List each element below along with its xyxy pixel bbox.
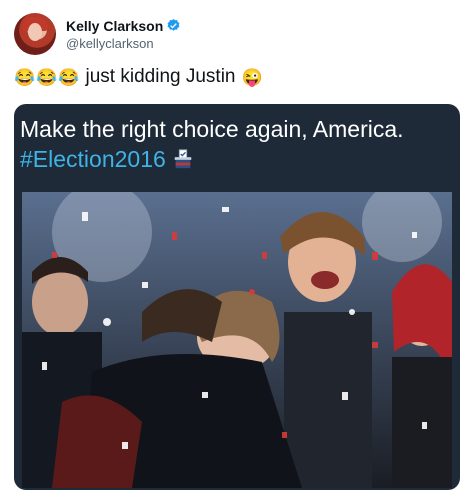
avatar[interactable] — [14, 13, 56, 55]
display-name[interactable]: Kelly Clarkson — [66, 18, 163, 34]
user-handle[interactable]: @kellyclarkson — [66, 36, 181, 51]
laughing-emoji-icon: 😂 — [58, 67, 80, 87]
name-row: Kelly Clarkson — [66, 18, 181, 34]
tweet-body-text: just kidding Justin — [85, 66, 236, 87]
verified-badge-icon — [167, 18, 180, 31]
tweet-text: 😂 😂 😂 just kidding Justin 😜 — [14, 66, 263, 88]
caption-line: Make the right choice again, America. — [20, 116, 404, 142]
photo-illustration — [22, 192, 452, 488]
laughing-emoji-icon: 😂 — [14, 67, 36, 87]
winking-tongue-emoji-icon: 😜 — [241, 67, 263, 87]
media-caption: Make the right choice again, America. #E… — [20, 114, 404, 174]
celebration-photo — [22, 192, 452, 488]
laughing-emoji-icon: 😂 — [36, 67, 58, 87]
tweet-header: Kelly Clarkson @kellyclarkson — [14, 12, 181, 56]
tweet-card: Kelly Clarkson @kellyclarkson 😂 😂 😂 just… — [0, 0, 474, 504]
laughing-emoji-group: 😂 😂 😂 — [14, 69, 80, 86]
ballot-box-icon — [174, 149, 192, 169]
tweet-media[interactable]: Make the right choice again, America. #E… — [14, 104, 460, 490]
hashtag-row: #Election2016 — [20, 144, 404, 174]
user-names: Kelly Clarkson @kellyclarkson — [66, 18, 181, 51]
hashtag[interactable]: #Election2016 — [20, 144, 166, 174]
